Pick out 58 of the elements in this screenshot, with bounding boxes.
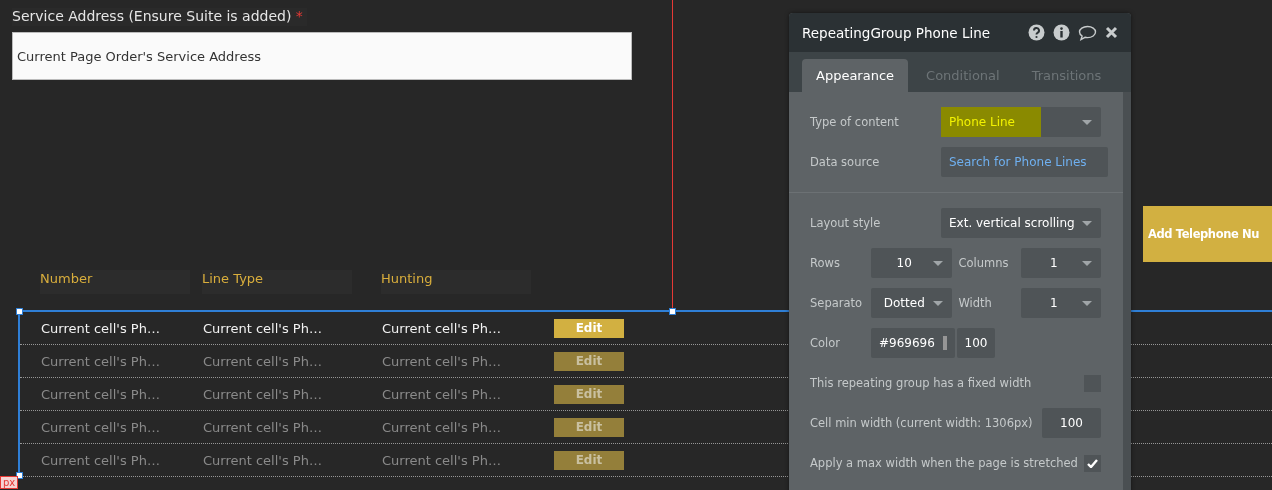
caret-icon — [1082, 301, 1092, 306]
dropdown[interactable]: Dotted — [871, 288, 952, 318]
property-label: Rows — [810, 256, 841, 270]
column-header: Hunting — [381, 270, 531, 294]
checkbox[interactable] — [1084, 454, 1101, 472]
help-icon[interactable] — [1028, 24, 1045, 41]
table-cell-text: Current cell's Ph… — [203, 320, 323, 336]
property-label: Cell min width (current width: 1306px) — [810, 416, 1034, 430]
table-cell-text: Current cell's Ph… — [382, 452, 502, 468]
property-label: Data source — [810, 155, 881, 169]
table-cell-text: Current cell's Ph… — [382, 320, 502, 336]
dropdown[interactable]: Ext. vertical scrolling — [941, 208, 1101, 238]
resize-handle[interactable] — [669, 308, 676, 315]
panel-title: RepeatingGroup Phone Line — [802, 24, 992, 41]
color-field[interactable]: #969696 — [871, 328, 955, 358]
table-cell-text: Current cell's Ph… — [382, 419, 502, 435]
property-label: Type of content — [810, 115, 900, 129]
caret-icon — [1082, 261, 1092, 266]
caret-icon — [932, 301, 943, 306]
table-cell-text: Current cell's Ph… — [41, 320, 161, 336]
check-icon — [1087, 458, 1098, 468]
table-cell-text: Current cell's Ph… — [203, 452, 323, 468]
property-label: Layout style — [810, 216, 882, 230]
info-icon[interactable] — [1053, 24, 1070, 41]
dropdown[interactable]: 1 — [1020, 248, 1101, 278]
panel-tab[interactable]: Appearance — [802, 59, 909, 92]
caret-icon — [1082, 120, 1092, 125]
dropdown[interactable]: Phone Line — [941, 107, 1101, 137]
property-label: Width — [957, 296, 993, 310]
address-input[interactable]: Current Page Order's Service Address — [12, 32, 632, 80]
dropdown[interactable]: 10 — [871, 248, 952, 278]
property-label: This repeating group has a fixed width — [810, 376, 1033, 390]
table-cell-text: Current cell's Ph… — [41, 452, 161, 468]
table-cell-text: Current cell's Ph… — [203, 386, 323, 402]
scrollbar[interactable] — [1123, 92, 1131, 490]
property-label: Separato — [810, 296, 864, 310]
column-header: Number — [40, 270, 190, 294]
ruler-label: px — [0, 476, 19, 489]
table-cell-text: Current cell's Ph… — [382, 353, 502, 369]
table-cell-text: Current cell's Ph… — [41, 353, 161, 369]
number-field[interactable]: 100 — [1042, 408, 1101, 438]
comment-icon[interactable] — [1078, 24, 1097, 41]
table-cell-text: Current cell's Ph… — [203, 353, 323, 369]
column-header: Line Type — [202, 270, 352, 294]
table-cell-text: Current cell's Ph… — [41, 386, 161, 402]
caret-icon — [1082, 221, 1092, 226]
expression-field[interactable]: Search for Phone Lines — [941, 147, 1108, 177]
resize-handle[interactable] — [16, 308, 23, 315]
dropdown[interactable]: 1 — [1020, 288, 1101, 318]
property-label: Columns — [957, 256, 1010, 270]
property-label: Color — [810, 336, 842, 350]
caret-icon — [932, 261, 943, 266]
table-cell-text: Current cell's Ph… — [41, 419, 161, 435]
opacity-field[interactable]: 100 — [957, 328, 995, 358]
table-cell-text: Current cell's Ph… — [382, 386, 502, 402]
close-icon[interactable] — [1105, 26, 1118, 39]
table-cell-text: Current cell's Ph… — [203, 419, 323, 435]
property-label: Apply a max width when the page is stretched — [810, 456, 1079, 470]
